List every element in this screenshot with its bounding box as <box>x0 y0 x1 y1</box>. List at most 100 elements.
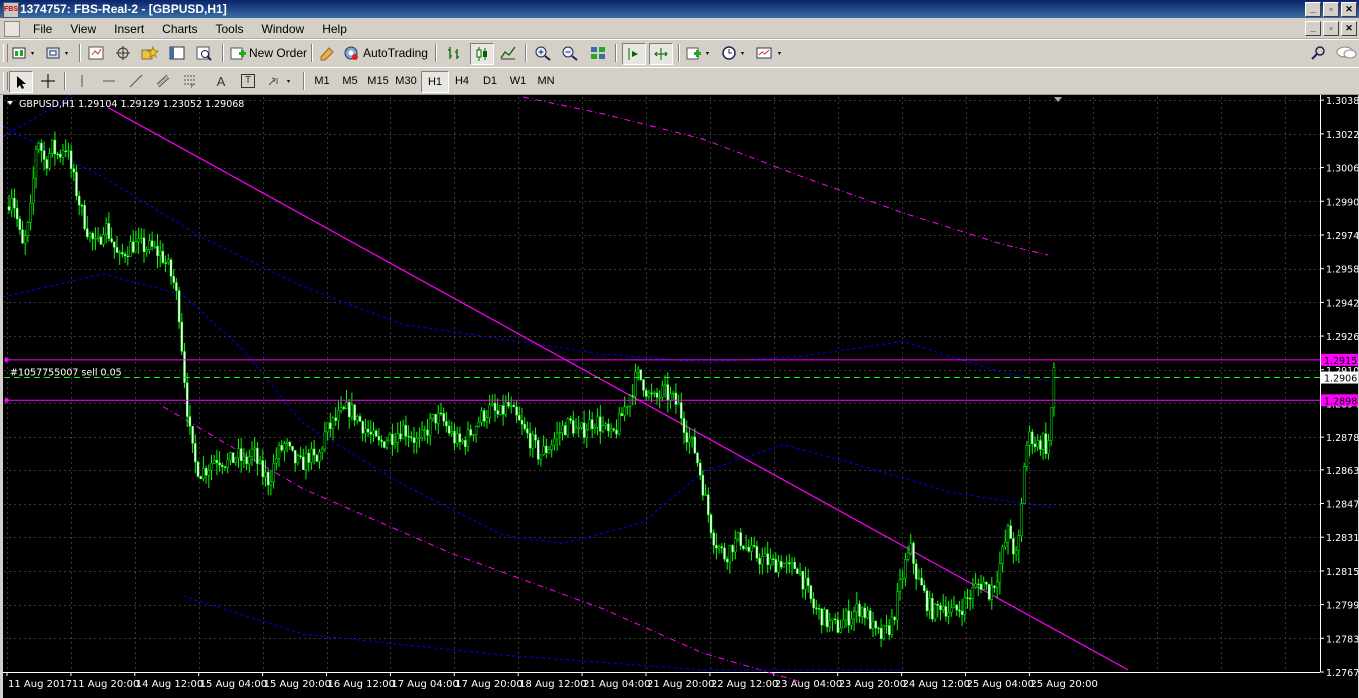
candle-body <box>121 252 124 255</box>
market-watch-button[interactable] <box>85 43 107 63</box>
candle-body <box>10 197 13 211</box>
candle-body <box>304 452 308 471</box>
candle-body <box>53 139 57 155</box>
toolbar-separator <box>435 44 437 62</box>
candle-body <box>447 425 451 434</box>
text-tool-button[interactable]: A <box>210 71 232 91</box>
price-chart[interactable]: 1.30385 1.30225 1.30065 1.29905 1.29745 1.295… <box>3 95 1358 698</box>
menu-tools[interactable]: Tools <box>207 20 253 38</box>
candle-body <box>534 434 537 441</box>
menu-insert[interactable]: Insert <box>105 20 153 38</box>
y-tick-label: 1.29265 <box>1326 332 1358 343</box>
restore-icon[interactable]: ▫ <box>1323 2 1339 17</box>
candle-body <box>1033 443 1037 448</box>
line-chart-button[interactable] <box>497 43 519 63</box>
candle-body <box>229 452 232 461</box>
candle-body <box>1036 440 1039 448</box>
metaeditor-button[interactable] <box>316 43 338 63</box>
y-tick-label: 1.30225 <box>1326 130 1358 141</box>
data-window-button[interactable] <box>112 43 134 63</box>
zoom-out-icon <box>562 46 578 61</box>
menu-charts[interactable]: Charts <box>153 20 206 38</box>
bar-chart-button[interactable] <box>443 43 465 63</box>
minimize-icon[interactable]: _ <box>1305 2 1321 17</box>
x-tick-label: 25 Aug 04:00 <box>967 679 1034 690</box>
candle-body <box>356 416 359 421</box>
candle-body <box>941 606 945 611</box>
candle-body <box>13 197 16 209</box>
equidistant-channel-button[interactable] <box>152 71 174 91</box>
auto-scroll-button[interactable] <box>622 43 646 65</box>
horizontal-line-button[interactable] <box>98 71 120 91</box>
trendline-button[interactable] <box>125 71 147 91</box>
candle-body <box>275 458 278 464</box>
navigator-button[interactable] <box>139 43 161 63</box>
timeframe-w1[interactable]: W1 <box>505 71 531 91</box>
y-tick-label: 1.29905 <box>1326 197 1358 208</box>
candle-body <box>890 616 894 635</box>
timeframe-m15[interactable]: M15 <box>365 71 391 91</box>
tile-windows-button[interactable] <box>587 43 609 63</box>
candle-body <box>879 627 883 639</box>
candle-body <box>542 445 545 456</box>
new-order-button[interactable]: New Order <box>228 43 308 63</box>
templates-button[interactable] <box>754 43 786 63</box>
doc-restore-icon[interactable]: ▫ <box>1323 21 1339 36</box>
zoom-out-button[interactable] <box>559 43 581 63</box>
chat-button[interactable] <box>1334 43 1358 63</box>
zoom-in-button[interactable] <box>532 43 554 63</box>
text-label-tool-button[interactable]: T <box>237 71 259 91</box>
autotrading-button[interactable]: AutoTrading <box>342 43 428 63</box>
strategy-tester-button[interactable] <box>193 43 215 63</box>
chart-shift-button[interactable] <box>649 43 673 65</box>
menu-help[interactable]: Help <box>313 20 356 38</box>
x-tick-label: 16 Aug 12:00 <box>328 679 395 690</box>
timeframe-m30[interactable]: M30 <box>393 71 419 91</box>
terminal-button[interactable] <box>166 43 188 63</box>
candle-body <box>437 412 440 424</box>
timeframe-m5[interactable]: M5 <box>337 71 363 91</box>
candle-body <box>769 558 772 566</box>
arrows-button[interactable] <box>265 71 297 91</box>
fibonacci-button[interactable]: F <box>179 71 201 91</box>
indicators-button[interactable] <box>684 43 714 63</box>
toolbar-grip[interactable] <box>3 44 8 62</box>
timeframe-d1[interactable]: D1 <box>477 71 503 91</box>
timeframe-h4[interactable]: H4 <box>449 71 475 91</box>
toolbar-grip[interactable] <box>3 72 8 90</box>
periods-button[interactable] <box>719 43 749 63</box>
candle-body <box>639 369 643 380</box>
candle-body <box>545 445 548 454</box>
candle-body <box>337 410 340 421</box>
y-tick-label: 1.27670 <box>1326 668 1358 679</box>
menu-view[interactable]: View <box>61 20 105 38</box>
x-tick-label: 15 Aug 20:00 <box>264 679 331 690</box>
cursor-tool-button[interactable] <box>9 71 33 93</box>
new-chart-button[interactable] <box>10 43 38 63</box>
candle-body <box>59 153 62 158</box>
candle-body <box>947 612 950 617</box>
candle-body <box>1039 440 1042 450</box>
candle-body <box>67 150 70 153</box>
candle-body <box>50 139 54 154</box>
profiles-button[interactable] <box>44 43 72 63</box>
document-icon[interactable] <box>4 21 20 37</box>
candlestick-chart-button[interactable] <box>470 43 494 65</box>
arrows-icon <box>268 77 290 86</box>
timeframe-h1[interactable]: H1 <box>421 71 449 93</box>
timeframe-mn[interactable]: MN <box>533 71 559 91</box>
y-tick-label: 1.28470 <box>1326 500 1358 511</box>
timeframe-m1[interactable]: M1 <box>309 71 335 91</box>
magnifier-doc-icon <box>196 46 212 61</box>
doc-minimize-icon[interactable]: _ <box>1305 21 1321 36</box>
close-icon[interactable]: ✕ <box>1341 2 1357 17</box>
candle-body <box>515 406 518 416</box>
search-button[interactable] <box>1308 43 1330 63</box>
chart-window[interactable]: 1.30385 1.30225 1.30065 1.29905 1.29745 1.295… <box>3 95 1358 698</box>
doc-close-icon[interactable]: ✕ <box>1341 21 1357 36</box>
menu-window[interactable]: Window <box>253 20 314 38</box>
menu-file[interactable]: File <box>24 20 61 38</box>
crosshair-tool-button[interactable] <box>37 71 59 91</box>
vertical-line-button[interactable] <box>71 71 93 91</box>
candle-body <box>86 228 89 238</box>
